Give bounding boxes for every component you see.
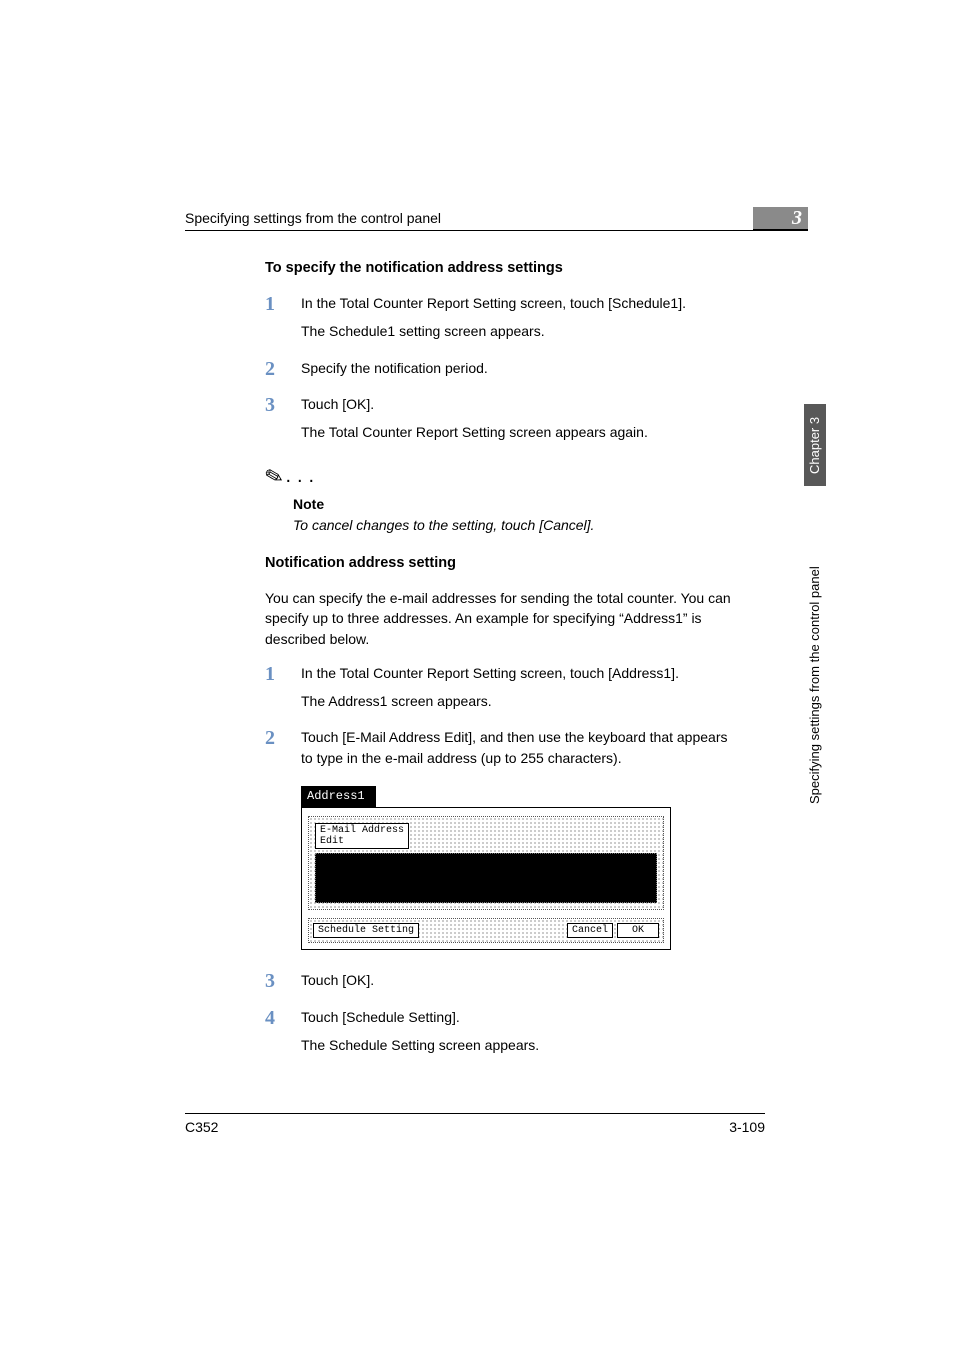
step-text: Touch [OK]. (301, 970, 733, 990)
step-text: The Address1 screen appears. (301, 691, 733, 711)
step-number: 1 (265, 663, 301, 720)
step-number: 3 (265, 394, 301, 451)
step-number: 2 (265, 727, 301, 776)
page-footer: C352 3-109 (185, 1113, 765, 1135)
main-content: To specify the notification address sett… (265, 258, 733, 1071)
section2-intro: You can specify the e-mail addresses for… (265, 588, 733, 649)
screenshot-title: Address1 (301, 786, 376, 807)
step-1: 1 In the Total Counter Report Setting sc… (265, 293, 733, 350)
running-header: Specifying settings from the control pan… (185, 210, 765, 231)
button-row: Schedule Setting Cancel OK (308, 918, 664, 943)
email-display-area (315, 853, 657, 903)
email-address-edit-button[interactable]: E-Mail Address Edit (315, 823, 409, 849)
step-2-2: 2 Touch [E-Mail Address Edit], and then … (265, 727, 733, 776)
schedule-setting-button[interactable]: Schedule Setting (313, 923, 419, 938)
step-2: 2 Specify the notification period. (265, 358, 733, 386)
ok-button[interactable]: OK (617, 923, 659, 938)
side-section-label: Specifying settings from the control pan… (804, 504, 826, 804)
section2-heading: Notification address setting (265, 553, 733, 574)
section1-heading: To specify the notification address sett… (265, 258, 733, 279)
side-section-text: Specifying settings from the control pan… (804, 504, 826, 804)
chapter-underline (753, 229, 808, 231)
pencil-icon: ✎ (261, 459, 287, 495)
step-text: The Schedule1 setting screen appears. (301, 321, 733, 341)
step-number: 1 (265, 293, 301, 350)
step-text: Specify the notification period. (301, 358, 733, 378)
step-text: Touch [Schedule Setting]. (301, 1007, 733, 1027)
step-text: Touch [E-Mail Address Edit], and then us… (301, 727, 733, 768)
step-number: 2 (265, 358, 301, 386)
step-2-1: 1 In the Total Counter Report Setting sc… (265, 663, 733, 720)
side-chapter-label: Chapter 3 (804, 404, 826, 486)
step-text: The Schedule Setting screen appears. (301, 1035, 733, 1055)
note-text: To cancel changes to the setting, touch … (293, 515, 733, 535)
step-text: The Total Counter Report Setting screen … (301, 422, 733, 442)
step-text: In the Total Counter Report Setting scre… (301, 663, 733, 683)
step-number: 4 (265, 1007, 301, 1064)
note-block: ✎... Note To cancel changes to the setti… (265, 461, 733, 535)
footer-left: C352 (185, 1119, 218, 1135)
email-edit-panel: E-Mail Address Edit (308, 816, 664, 910)
address1-screenshot: Address1 E-Mail Address Edit Schedule Se… (301, 786, 671, 950)
dots-icon: ... (285, 465, 320, 487)
side-chapter-tab: Chapter 3 (804, 404, 826, 486)
step-text: Touch [OK]. (301, 394, 733, 414)
step-number: 3 (265, 970, 301, 998)
step-2-4: 4 Touch [Schedule Setting]. The Schedule… (265, 1007, 733, 1064)
step-2-3: 3 Touch [OK]. (265, 970, 733, 998)
note-label: Note (293, 494, 733, 514)
footer-right: 3-109 (729, 1119, 765, 1135)
cancel-button[interactable]: Cancel (567, 923, 613, 938)
step-3: 3 Touch [OK]. The Total Counter Report S… (265, 394, 733, 451)
chapter-number-tab: 3 (753, 207, 808, 229)
step-text: In the Total Counter Report Setting scre… (301, 293, 733, 313)
